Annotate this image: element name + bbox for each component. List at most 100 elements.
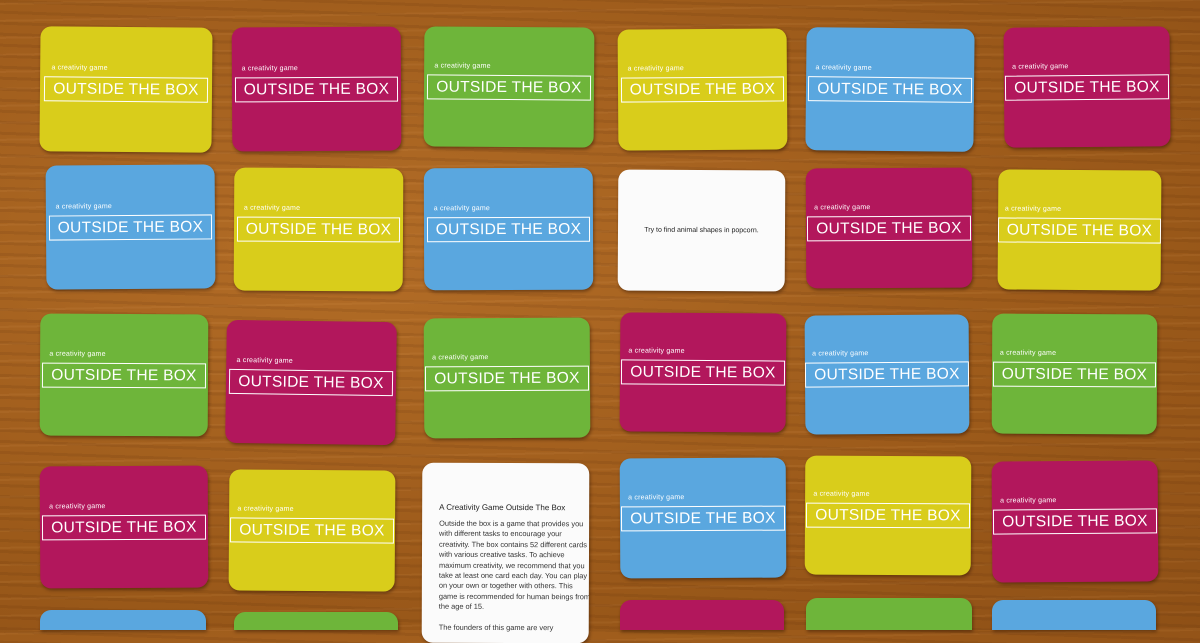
card-logo: a creativity game OUTSIDE THE BOX bbox=[621, 494, 785, 531]
card-logo: a creativity game OUTSIDE THE BOX bbox=[44, 64, 208, 103]
rules-card-paragraph: Outside the box is a game that provides … bbox=[438, 518, 590, 612]
logo-subtitle: a creativity game bbox=[1000, 497, 1057, 505]
card-magenta[interactable]: a creativity game OUTSIDE THE BOX bbox=[225, 319, 397, 446]
logo-subtitle: a creativity game bbox=[1004, 204, 1062, 213]
logo-title: OUTSIDE THE BOX bbox=[243, 80, 390, 98]
card-magenta[interactable]: a creativity game OUTSIDE THE BOX bbox=[805, 167, 973, 289]
logo-title: OUTSIDE THE BOX bbox=[245, 220, 392, 239]
card-yellow[interactable]: a creativity game OUTSIDE THE BOX bbox=[617, 28, 788, 151]
logo-subtitle: a creativity game bbox=[237, 505, 294, 513]
card-magenta[interactable]: a creativity game OUTSIDE THE BOX bbox=[39, 465, 209, 589]
logo-title: OUTSIDE THE BOX bbox=[815, 506, 961, 525]
card-yellow[interactable]: a creativity game OUTSIDE THE BOX bbox=[228, 469, 396, 592]
card-blue[interactable] bbox=[992, 600, 1156, 630]
logo-subtitle: a creativity game bbox=[243, 204, 301, 212]
card-blue[interactable]: a creativity game OUTSIDE THE BOX bbox=[45, 164, 216, 290]
logo-title: OUTSIDE THE BOX bbox=[435, 220, 582, 238]
card-logo: a creativity game OUTSIDE THE BOX bbox=[426, 205, 591, 242]
card-yellow[interactable]: a creativity game OUTSIDE THE BOX bbox=[997, 169, 1162, 291]
logo-title: OUTSIDE THE BOX bbox=[816, 219, 962, 237]
card-yellow[interactable]: a creativity game OUTSIDE THE BOX bbox=[39, 26, 213, 153]
card-magenta[interactable]: a creativity game OUTSIDE THE BOX bbox=[991, 460, 1159, 583]
logo-title: OUTSIDE THE BOX bbox=[434, 369, 580, 387]
logo-title: OUTSIDE THE BOX bbox=[1014, 77, 1160, 97]
rules-card-body: Outside the box is a game that provides … bbox=[439, 519, 590, 643]
card-logo: a creativity game OUTSIDE THE BOX bbox=[42, 503, 206, 540]
logo-subtitle: a creativity game bbox=[628, 493, 685, 501]
logo-title: OUTSIDE THE BOX bbox=[238, 372, 384, 393]
logo-subtitle: a creativity game bbox=[812, 350, 869, 358]
card-blue[interactable]: a creativity game OUTSIDE THE BOX bbox=[804, 314, 970, 435]
logo-subtitle: a creativity game bbox=[1012, 62, 1069, 71]
rules-card[interactable]: A Creativity Game Outside The Box Outsid… bbox=[421, 462, 590, 643]
card-yellow[interactable]: a creativity game OUTSIDE THE BOX bbox=[804, 455, 972, 576]
logo-title: OUTSIDE THE BOX bbox=[53, 80, 199, 99]
logo-title: OUTSIDE THE BOX bbox=[51, 366, 197, 384]
card-logo: a creativity game OUTSIDE THE BOX bbox=[42, 350, 206, 388]
logo-subtitle: a creativity game bbox=[55, 202, 112, 211]
logo-title: OUTSIDE THE BOX bbox=[817, 80, 963, 99]
logo-subtitle: a creativity game bbox=[815, 64, 872, 72]
logo-subtitle: a creativity game bbox=[49, 502, 106, 510]
rules-card-paragraph: The founders of this game are very bbox=[438, 622, 554, 632]
logo-subtitle: a creativity game bbox=[434, 61, 491, 70]
card-green[interactable] bbox=[234, 612, 398, 630]
card-logo: a creativity game OUTSIDE THE BOX bbox=[992, 349, 1157, 387]
card-logo: a creativity game OUTSIDE THE BOX bbox=[230, 505, 394, 544]
rules-card-title: A Creativity Game Outside The Box bbox=[439, 502, 566, 513]
logo-title: OUTSIDE THE BOX bbox=[1006, 220, 1153, 240]
card-logo: a creativity game OUTSIDE THE BOX bbox=[808, 64, 972, 103]
logo-title: OUTSIDE THE BOX bbox=[1001, 365, 1148, 383]
logo-title: OUTSIDE THE BOX bbox=[436, 77, 582, 97]
logo-subtitle: a creativity game bbox=[432, 353, 489, 361]
card-magenta[interactable]: a creativity game OUTSIDE THE BOX bbox=[231, 26, 402, 152]
logo-subtitle: a creativity game bbox=[813, 490, 870, 498]
logo-subtitle: a creativity game bbox=[814, 203, 871, 211]
card-green[interactable]: a creativity game OUTSIDE THE BOX bbox=[423, 317, 591, 439]
card-logo: a creativity game OUTSIDE THE BOX bbox=[229, 357, 393, 397]
logo-subtitle: a creativity game bbox=[999, 349, 1057, 357]
logo-subtitle: a creativity game bbox=[433, 204, 491, 212]
logo-title: OUTSIDE THE BOX bbox=[814, 365, 960, 384]
card-blue[interactable]: a creativity game OUTSIDE THE BOX bbox=[619, 457, 787, 579]
card-yellow[interactable]: a creativity game OUTSIDE THE BOX bbox=[233, 167, 404, 292]
card-magenta[interactable]: a creativity game OUTSIDE THE BOX bbox=[1003, 26, 1171, 148]
card-logo: a creativity game OUTSIDE THE BOX bbox=[621, 347, 785, 386]
card-logo: a creativity game OUTSIDE THE BOX bbox=[805, 350, 969, 388]
logo-subtitle: a creativity game bbox=[236, 356, 293, 365]
logo-title: OUTSIDE THE BOX bbox=[57, 217, 204, 237]
card-logo: a creativity game OUTSIDE THE BOX bbox=[620, 65, 785, 103]
logo-title: OUTSIDE THE BOX bbox=[629, 80, 776, 99]
logo-subtitle: a creativity game bbox=[241, 64, 298, 72]
logo-title: OUTSIDE THE BOX bbox=[239, 521, 385, 540]
logo-subtitle: a creativity game bbox=[49, 350, 106, 358]
logo-subtitle: a creativity game bbox=[51, 64, 108, 72]
card-green[interactable]: a creativity game OUTSIDE THE BOX bbox=[991, 313, 1158, 435]
card-magenta[interactable]: a creativity game OUTSIDE THE BOX bbox=[619, 312, 787, 433]
card-logo: a creativity game OUTSIDE THE BOX bbox=[807, 204, 971, 241]
card-logo: a creativity game OUTSIDE THE BOX bbox=[236, 205, 401, 243]
task-card[interactable]: Try to find animal shapes in popcorn. bbox=[617, 169, 786, 292]
task-card-text: Try to find animal shapes in popcorn. bbox=[644, 226, 759, 235]
card-logo: a creativity game OUTSIDE THE BOX bbox=[427, 62, 591, 101]
card-blue[interactable] bbox=[40, 610, 206, 630]
card-magenta[interactable] bbox=[620, 600, 784, 630]
logo-title: OUTSIDE THE BOX bbox=[51, 518, 197, 536]
card-blue[interactable]: a creativity game OUTSIDE THE BOX bbox=[805, 27, 975, 152]
card-logo: a creativity game OUTSIDE THE BOX bbox=[425, 354, 589, 391]
card-logo: a creativity game OUTSIDE THE BOX bbox=[48, 203, 213, 241]
card-blue[interactable]: a creativity game OUTSIDE THE BOX bbox=[423, 167, 594, 291]
card-logo: a creativity game OUTSIDE THE BOX bbox=[234, 65, 399, 102]
logo-subtitle: a creativity game bbox=[627, 65, 684, 73]
card-green[interactable]: a creativity game OUTSIDE THE BOX bbox=[423, 26, 595, 148]
logo-title: OUTSIDE THE BOX bbox=[630, 509, 776, 527]
card-green[interactable] bbox=[806, 598, 972, 630]
card-logo: a creativity game OUTSIDE THE BOX bbox=[997, 205, 1162, 244]
logo-subtitle: a creativity game bbox=[628, 347, 685, 355]
card-logo: a creativity game OUTSIDE THE BOX bbox=[1005, 63, 1169, 101]
card-logo: a creativity game OUTSIDE THE BOX bbox=[993, 497, 1157, 535]
logo-title: OUTSIDE THE BOX bbox=[630, 363, 776, 382]
logo-title: OUTSIDE THE BOX bbox=[1002, 512, 1148, 531]
card-logo: a creativity game OUTSIDE THE BOX bbox=[806, 491, 970, 529]
card-green[interactable]: a creativity game OUTSIDE THE BOX bbox=[39, 313, 209, 437]
